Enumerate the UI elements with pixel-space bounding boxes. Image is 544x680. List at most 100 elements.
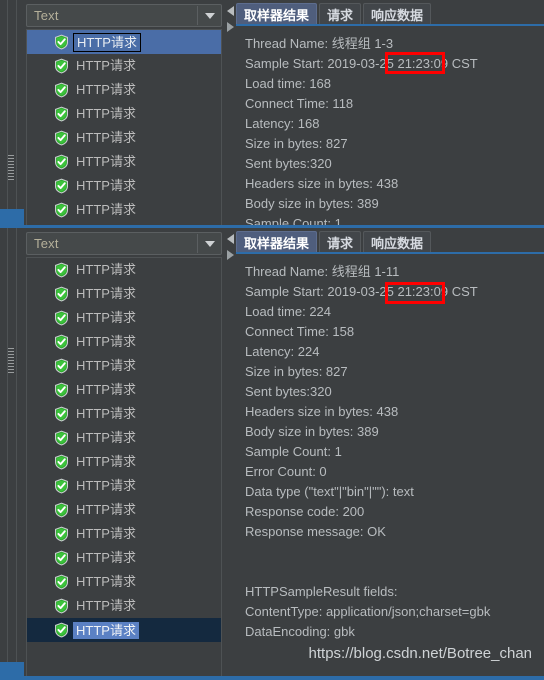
tree-row[interactable]: HTTP请求 <box>27 102 221 126</box>
tree-row-label: HTTP请求 <box>76 334 136 349</box>
bottom-tabstrip: 取样器结果 请求 响应数据 <box>236 230 432 252</box>
green-shield-check-icon <box>54 526 69 542</box>
tree-row-label: HTTP请求 <box>76 406 136 421</box>
top-tabstrip: 取样器结果 请求 响应数据 <box>236 2 432 24</box>
tree-row-label: HTTP请求 <box>76 478 136 493</box>
bottom-tab-0[interactable]: 取样器结果 <box>236 231 318 252</box>
collapse-right-arrow-icon[interactable] <box>227 250 234 260</box>
collapse-right-arrow-icon[interactable] <box>227 22 234 32</box>
top-left-column: Text HTTP请求 HTTP请求 HTTP请求 HTTP请求 HTTP请求 HTTP请… <box>0 0 225 227</box>
tree-row[interactable]: HTTP请求 <box>27 126 221 150</box>
tree-row-label: HTTP请求 <box>76 178 136 193</box>
chevron-down-icon[interactable] <box>205 13 215 19</box>
result-detail-line: Headers size in bytes: 438 <box>245 176 399 191</box>
top-tab-1[interactable]: 请求 <box>319 3 362 24</box>
top-render-type-combobox[interactable]: Text <box>26 4 222 27</box>
tree-row-label: HTTP请求 <box>76 454 136 469</box>
green-shield-check-icon <box>54 550 69 566</box>
bottom-tab-1[interactable]: 请求 <box>319 231 362 252</box>
chevron-down-icon[interactable] <box>205 241 215 247</box>
top-sampler-tree[interactable]: HTTP请求 HTTP请求 HTTP请求 HTTP请求 HTTP请求 HTTP请求 HTTP… <box>26 29 222 227</box>
result-detail-line: Load time: 168 <box>245 76 332 91</box>
green-shield-check-icon <box>54 478 69 494</box>
green-shield-check-icon <box>54 358 69 374</box>
result-detail-line: Thread Name: 线程组 1-3 <box>245 36 394 51</box>
tree-row-label: HTTP请求 <box>76 286 136 301</box>
top-result-panel: Text HTTP请求 HTTP请求 HTTP请求 HTTP请求 HTTP请求 HTTP请… <box>0 0 544 227</box>
result-detail-line: Response code: 200 <box>245 504 365 519</box>
tree-row-label: HTTP请求 <box>76 526 136 541</box>
result-detail-line: Body size in bytes: 389 <box>245 196 379 211</box>
top-sampler-result-view[interactable]: Thread Name: 线程组 1-3 Sample Start: 2019-0… <box>236 27 544 227</box>
top-vertical-split-gutter[interactable] <box>0 0 24 227</box>
bottom-sampler-result-view[interactable]: Thread Name: 线程组 1-11 Sample Start: 2019-… <box>236 255 544 680</box>
bottom-tab-underline <box>236 252 544 254</box>
tree-row[interactable]: HTTP请求 <box>27 546 221 570</box>
tree-row[interactable]: HTTP请求 <box>27 498 221 522</box>
result-detail-line: Thread Name: 线程组 1-11 <box>245 264 400 279</box>
collapse-left-arrow-icon[interactable] <box>227 6 234 16</box>
result-detail-line: Sample Count: 1 <box>245 444 342 459</box>
bottom-vertical-split-gutter[interactable] <box>0 228 24 680</box>
tree-row[interactable]: HTTP请求 <box>27 174 221 198</box>
green-shield-check-icon <box>54 178 69 194</box>
bottom-render-type-combobox[interactable]: Text <box>26 232 222 255</box>
result-detail-line: Connect Time: 118 <box>245 96 354 111</box>
gutter-line-inner <box>16 0 17 227</box>
tree-row[interactable]: HTTP请求 <box>27 198 221 222</box>
top-combobox-value: Text <box>34 8 59 23</box>
split-grip-handle-icon[interactable] <box>8 348 14 374</box>
bottom-sampler-result-text: Thread Name: 线程组 1-11 Sample Start: 2019-… <box>245 262 544 680</box>
tree-row[interactable]: HTTP请求 <box>27 474 221 498</box>
tree-row-label: HTTP请求 <box>76 82 136 97</box>
tree-row[interactable]: HTTP请求 <box>27 54 221 78</box>
tree-row[interactable]: HTTP请求 <box>27 282 221 306</box>
result-detail-line: DataEncoding: gbk <box>245 624 355 639</box>
top-tab-0[interactable]: 取样器结果 <box>236 3 318 24</box>
tree-row[interactable]: HTTP请求 <box>27 150 221 174</box>
tree-row[interactable]: HTTP请求 <box>27 426 221 450</box>
top-sampler-result-text: Thread Name: 线程组 1-3 Sample Start: 2019-0… <box>245 34 544 227</box>
bottom-result-panel: Text HTTP请求 HTTP请求 HTTP请求 HTTP请求 HTTP请求 HTTP请… <box>0 228 544 680</box>
tree-row[interactable]: HTTP请求 <box>27 570 221 594</box>
tree-row-label: HTTP请求 <box>76 430 136 445</box>
tree-row[interactable]: HTTP请求 <box>27 306 221 330</box>
collapse-left-arrow-icon[interactable] <box>227 234 234 244</box>
tree-row[interactable]: HTTP请求 <box>27 594 221 618</box>
tree-row[interactable]: HTTP请求 <box>27 330 221 354</box>
bottom-tab-2[interactable]: 响应数据 <box>363 231 432 252</box>
bottom-split-divider[interactable] <box>225 228 236 680</box>
tree-row[interactable]: HTTP请求 <box>27 78 221 102</box>
top-split-divider[interactable] <box>225 0 236 227</box>
bottom-sampler-tree[interactable]: HTTP请求 HTTP请求 HTTP请求 HTTP请求 HTTP请求 HTTP请求 HTTP… <box>26 257 222 680</box>
tree-row[interactable]: HTTP请求 <box>27 354 221 378</box>
tree-row-label: HTTP请求 <box>73 621 139 639</box>
tree-row[interactable]: HTTP请求 <box>27 30 221 54</box>
tree-row-label: HTTP请求 <box>76 574 136 589</box>
tree-row-label: HTTP请求 <box>76 598 136 613</box>
tree-row[interactable]: HTTP请求 <box>27 618 221 642</box>
top-tab-2[interactable]: 响应数据 <box>363 3 432 24</box>
tree-row[interactable]: HTTP请求 <box>27 402 221 426</box>
green-shield-check-icon <box>54 430 69 446</box>
watermark-url: https://blog.csdn.net/Botree_chan <box>308 645 532 662</box>
tree-row[interactable]: HTTP请求 <box>27 450 221 474</box>
tree-row-label: HTTP请求 <box>76 106 136 121</box>
gutter-line-outer <box>7 228 8 680</box>
green-shield-check-icon <box>54 622 69 638</box>
green-shield-check-icon <box>54 130 69 146</box>
green-shield-check-icon <box>54 310 69 326</box>
bottom-sampler-tree-rows: HTTP请求 HTTP请求 HTTP请求 HTTP请求 HTTP请求 HTTP请求 HTTP… <box>27 258 221 680</box>
tree-row[interactable]: HTTP请求 <box>27 522 221 546</box>
tree-row[interactable]: HTTP请求 <box>27 258 221 282</box>
green-shield-check-icon <box>54 454 69 470</box>
gutter-line-inner <box>16 228 17 680</box>
tree-row-label: HTTP请求 <box>76 130 136 145</box>
green-shield-check-icon <box>54 334 69 350</box>
split-grip-handle-icon[interactable] <box>8 155 14 181</box>
result-detail-line: Sent bytes:320 <box>245 156 332 171</box>
green-shield-check-icon <box>54 106 69 122</box>
green-shield-check-icon <box>54 598 69 614</box>
tree-row[interactable]: HTTP请求 <box>27 378 221 402</box>
tree-row-label: HTTP请求 <box>76 310 136 325</box>
